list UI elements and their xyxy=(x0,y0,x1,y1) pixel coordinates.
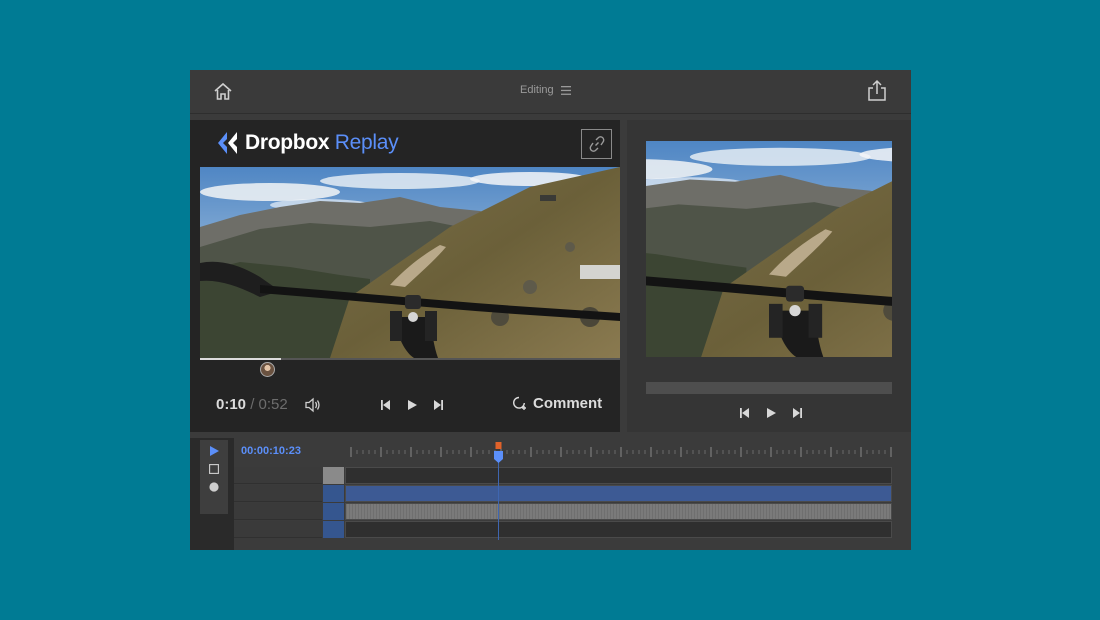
step-forward-icon[interactable] xyxy=(431,398,445,412)
comment-avatar[interactable] xyxy=(260,362,275,377)
track-4[interactable] xyxy=(345,521,892,538)
preview-scrub-bar[interactable] xyxy=(646,382,892,394)
comment-button[interactable]: Comment xyxy=(512,395,602,412)
main-video-frame[interactable] xyxy=(200,167,620,358)
preview-transport-controls xyxy=(738,406,804,420)
video-frame-image xyxy=(200,167,620,358)
time-display: 0:10 / 0:52 xyxy=(216,396,288,413)
share-icon xyxy=(868,79,886,101)
home-button[interactable] xyxy=(212,81,234,103)
preview-video-frame[interactable] xyxy=(646,141,892,357)
current-time: 0:10 xyxy=(216,396,247,413)
clip-handle-1[interactable] xyxy=(323,467,344,484)
track-label-3 xyxy=(234,503,322,520)
time-separator: / xyxy=(250,396,255,413)
circle-tool-icon[interactable] xyxy=(209,482,219,492)
preview-step-back-icon[interactable] xyxy=(738,406,752,420)
logo-wordmark: Dropbox Replay xyxy=(245,131,399,155)
comment-icon xyxy=(513,396,526,410)
main-transport-controls xyxy=(379,398,445,412)
rectangle-tool-icon[interactable] xyxy=(209,464,219,474)
timeline-ruler[interactable] xyxy=(349,446,894,458)
copy-link-button[interactable] xyxy=(581,129,612,159)
track-3-clip[interactable] xyxy=(345,503,892,520)
replay-logo-icon xyxy=(218,132,237,154)
volume-icon xyxy=(305,397,320,413)
track-2-clip[interactable] xyxy=(345,485,892,502)
preview-frame-image xyxy=(646,141,892,357)
playhead-marker[interactable] xyxy=(493,442,504,464)
track-label-1 xyxy=(234,467,322,484)
timeline-timecode: 00:00:10:23 xyxy=(241,445,301,457)
mode-menu-button[interactable]: Editing xyxy=(520,84,571,96)
preview-pane xyxy=(627,120,911,432)
playback-progress-fill xyxy=(200,358,281,360)
track-label-2 xyxy=(234,485,322,502)
share-button[interactable] xyxy=(865,79,889,103)
volume-button[interactable] xyxy=(304,397,322,413)
dropbox-replay-logo: Dropbox Replay xyxy=(215,131,399,155)
editor-window: Editing Dropbox Replay 0:10 / 0:52 Comme… xyxy=(190,70,911,550)
clip-handle-3[interactable] xyxy=(323,503,344,520)
clip-handle-2[interactable] xyxy=(323,485,344,502)
menu-icon xyxy=(560,85,571,95)
playhead-line xyxy=(498,460,499,540)
home-icon xyxy=(214,82,232,100)
clip-handle-4[interactable] xyxy=(323,521,344,538)
preview-step-forward-icon[interactable] xyxy=(790,406,804,420)
play-icon[interactable] xyxy=(405,398,419,412)
link-icon xyxy=(589,136,604,152)
timeline-tracks-area: 00:00:10:23 xyxy=(234,438,911,550)
track-label-4 xyxy=(234,521,322,538)
logo-product: Replay xyxy=(334,131,399,154)
duration: 0:52 xyxy=(258,396,288,413)
top-bar: Editing xyxy=(190,70,911,114)
preview-play-icon[interactable] xyxy=(764,406,778,420)
select-tool-icon[interactable] xyxy=(209,446,219,456)
mode-label: Editing xyxy=(520,84,554,96)
playback-progress-bar[interactable] xyxy=(200,358,620,360)
comment-label: Comment xyxy=(533,395,603,412)
main-player-pane: Dropbox Replay 0:10 / 0:52 Comment xyxy=(190,120,620,432)
track-1[interactable] xyxy=(345,467,892,484)
logo-brand: Dropbox xyxy=(245,131,330,154)
annotation-tools xyxy=(200,440,228,514)
timeline-panel: 00:00:10:23 xyxy=(190,438,911,550)
step-back-icon[interactable] xyxy=(379,398,393,412)
